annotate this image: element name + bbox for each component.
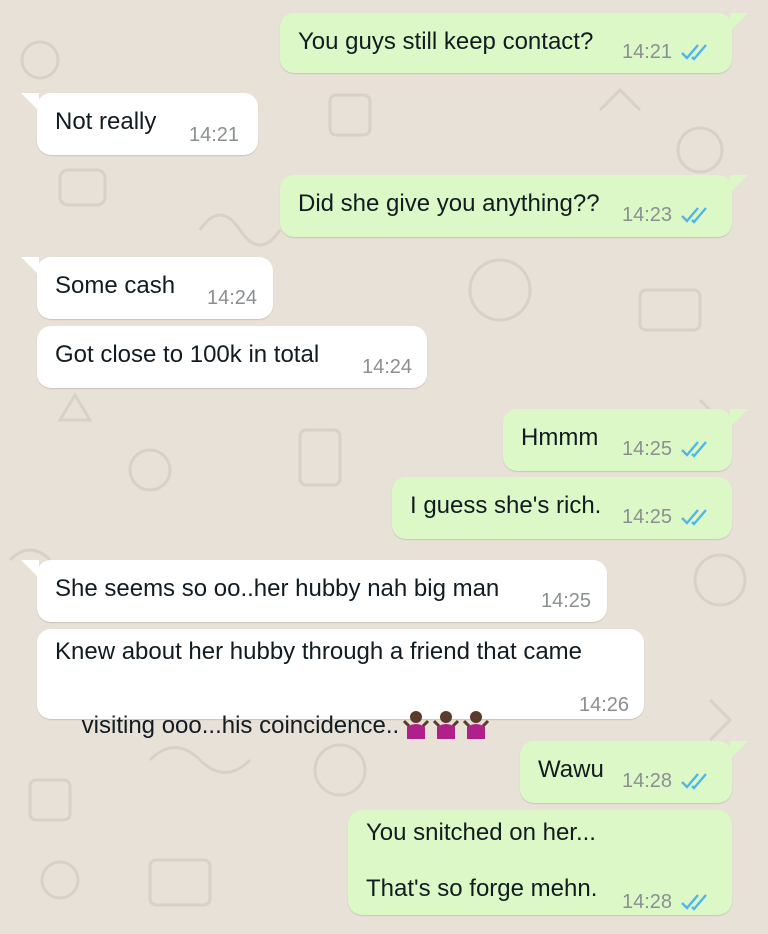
message-meta: 14:25 — [541, 583, 591, 619]
bubble-tail — [21, 560, 39, 578]
message-text-line-2: That's so forge mehn. — [366, 875, 598, 902]
message-meta: 14:25 — [622, 499, 710, 535]
bubble-tail — [730, 409, 748, 427]
message-incoming[interactable]: Got close to 100k in total 14:24 — [37, 326, 427, 388]
message-text: Some cash — [55, 272, 176, 299]
shrugging-person-emoji — [433, 711, 460, 739]
message-outgoing[interactable]: You snitched on her... That's so forge m… — [348, 810, 732, 915]
message-text: Not really — [55, 108, 157, 135]
message-incoming[interactable]: Knew about her hubby through a friend th… — [37, 629, 644, 739]
message-meta: 14:24 — [207, 280, 257, 316]
message-time: 14:23 — [622, 204, 673, 226]
message-time: 14:25 — [622, 438, 673, 460]
message-text: Got close to 100k in total — [55, 341, 320, 368]
message-time: 14:28 — [622, 770, 673, 792]
message-incoming[interactable]: Some cash 14:24 — [21, 257, 273, 319]
message-outgoing[interactable]: You guys still keep contact? 14:21 — [280, 13, 748, 73]
message-time: 14:25 — [622, 506, 673, 528]
message-meta: 14:26 — [579, 687, 629, 723]
message-meta: 14:21 — [622, 34, 710, 70]
double-tick-read-icon — [681, 894, 707, 911]
message-time: 14:24 — [207, 287, 258, 309]
message-text-line-2: visiting ooo...his coincidence.. — [55, 672, 490, 780]
bubble-tail — [730, 175, 748, 193]
message-time: 14:28 — [622, 891, 673, 913]
bubble-tail — [730, 13, 748, 31]
message-meta: 14:23 — [622, 197, 710, 233]
message-text-line-2-text: visiting ooo...his coincidence.. — [81, 712, 400, 739]
message-incoming[interactable]: Not really 14:21 — [21, 93, 258, 155]
message-outgoing[interactable]: I guess she's rich. 14:25 — [392, 477, 732, 539]
message-text: Did she give you anything?? — [298, 190, 600, 217]
message-time: 14:21 — [189, 124, 240, 146]
double-tick-read-icon — [681, 207, 707, 224]
double-tick-read-icon — [681, 773, 707, 790]
message-text: She seems so oo..her hubby nah big man — [55, 575, 500, 602]
message-time: 14:26 — [579, 694, 630, 716]
double-tick-read-icon — [681, 509, 707, 526]
message-meta: 14:24 — [362, 349, 412, 385]
message-time: 14:25 — [541, 590, 592, 612]
message-outgoing[interactable]: Hmmm 14:25 — [503, 409, 748, 471]
shrugging-person-emoji — [463, 711, 490, 739]
double-tick-read-icon — [681, 44, 707, 61]
message-text: I guess she's rich. — [410, 492, 602, 519]
message-meta: 14:28 — [622, 763, 710, 799]
message-meta: 14:28 — [622, 884, 710, 920]
message-text-line-1: Knew about her hubby through a friend th… — [55, 638, 583, 665]
message-outgoing[interactable]: Wawu 14:28 — [520, 741, 748, 803]
message-time: 14:21 — [622, 41, 673, 63]
message-text: Wawu — [538, 756, 604, 783]
message-time: 14:24 — [362, 356, 413, 378]
message-meta: 14:25 — [622, 431, 710, 467]
message-text: Hmmm — [521, 424, 599, 451]
message-incoming[interactable]: She seems so oo..her hubby nah big man 1… — [21, 560, 607, 622]
bubble-tail — [21, 257, 39, 275]
message-meta: 14:21 — [189, 117, 239, 153]
shrugging-person-emoji — [403, 711, 430, 739]
message-outgoing[interactable]: Did she give you anything?? 14:23 — [280, 175, 748, 237]
double-tick-read-icon — [681, 441, 707, 458]
message-text: You guys still keep contact? — [298, 28, 594, 55]
bubble-tail — [730, 741, 748, 759]
bubble-tail — [21, 93, 39, 111]
message-text-line-1: You snitched on her... — [366, 819, 596, 846]
